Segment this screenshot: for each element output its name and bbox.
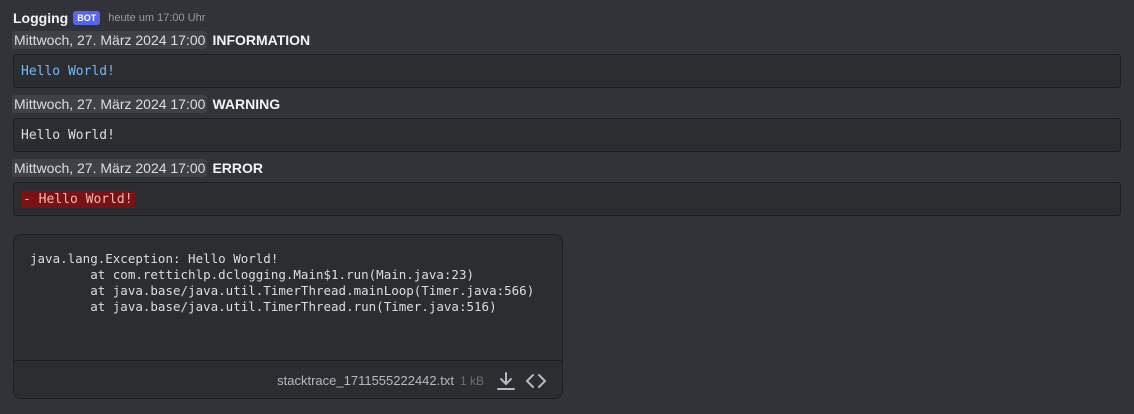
log-level: WARNING xyxy=(212,96,281,112)
download-icon[interactable] xyxy=(494,369,518,393)
log-text: - Hello World! xyxy=(21,190,135,208)
bot-tag: BOT xyxy=(73,11,101,25)
username[interactable]: Logging xyxy=(13,10,68,26)
attachment-preview: java.lang.Exception: Hello World! at com… xyxy=(30,251,535,314)
log-line-info: Mittwoch, 27. März 2024 17:00 INFORMATIO… xyxy=(12,29,1121,51)
attachment-footer: stacktrace_1711555222442.txt 1 kB xyxy=(14,360,562,398)
log-line-warning: Mittwoch, 27. März 2024 17:00 WARNING xyxy=(12,93,1121,115)
log-line-error: Mittwoch, 27. März 2024 17:00 ERROR xyxy=(12,157,1121,179)
code-block-info: Hello World! xyxy=(13,54,1121,88)
log-text: Hello World! xyxy=(21,63,115,79)
code-block-warning: Hello World! xyxy=(13,118,1121,152)
attachment-filename[interactable]: stacktrace_1711555222442.txt xyxy=(277,373,454,388)
message: Logging BOT heute um 17:00 Uhr Mittwoch,… xyxy=(12,8,1121,221)
file-attachment: java.lang.Exception: Hello World! at com… xyxy=(13,234,563,399)
log-text: Hello World! xyxy=(21,127,115,143)
log-level: INFORMATION xyxy=(212,32,311,48)
log-level: ERROR xyxy=(212,160,263,176)
log-timestamp[interactable]: Mittwoch, 27. März 2024 17:00 xyxy=(12,159,208,177)
log-timestamp[interactable]: Mittwoch, 27. März 2024 17:00 xyxy=(12,95,208,113)
message-timestamp[interactable]: heute um 17:00 Uhr xyxy=(108,12,205,24)
log-timestamp[interactable]: Mittwoch, 27. März 2024 17:00 xyxy=(12,31,208,49)
code-block-error: - Hello World! xyxy=(13,182,1121,216)
message-header: Logging BOT heute um 17:00 Uhr xyxy=(13,8,1121,28)
code-icon[interactable] xyxy=(524,369,548,393)
attachment-size: 1 kB xyxy=(459,373,484,388)
